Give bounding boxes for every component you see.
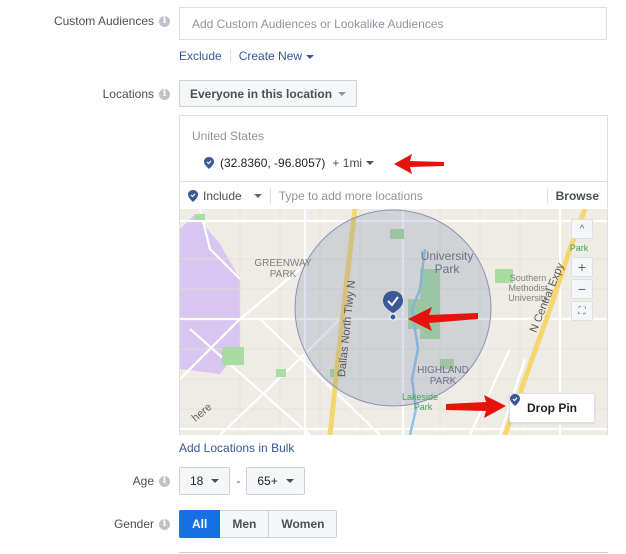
include-label: Include (203, 188, 242, 203)
chevron-down-icon (338, 91, 347, 96)
map-label-lakeside: Lakeside (402, 392, 438, 402)
radius-value: + 1mi (332, 156, 363, 170)
chevron-down-icon (285, 479, 294, 483)
map-label-lee-park: Park (570, 243, 589, 253)
custom-audiences-actions: Exclude Create New (179, 49, 315, 63)
annotation-arrow-icon (394, 154, 444, 174)
info-icon[interactable]: i (159, 518, 170, 530)
age-min-dropdown[interactable]: 18 (179, 467, 231, 495)
country-label: United States (192, 129, 265, 143)
include-dropdown[interactable]: Include (188, 189, 262, 203)
gender-label: Gender i (114, 517, 170, 531)
selected-location: (32.8360, -96.8057) + 1mi (204, 156, 375, 170)
gender-selector: All Men Women (179, 510, 338, 538)
age-range: 18 - 65+ (179, 467, 305, 495)
annotation-arrow-icon (408, 307, 478, 331)
scroll-up-button[interactable]: ^ (571, 219, 593, 239)
location-audience-type-dropdown[interactable]: Everyone in this location (179, 80, 358, 107)
custom-audiences-input[interactable]: Add Custom Audiences or Lookalike Audien… (179, 7, 607, 40)
gender-women-button[interactable]: Women (269, 510, 338, 538)
map-label-university-park: Park (435, 262, 461, 276)
chevron-down-icon (211, 479, 220, 483)
radius-dropdown[interactable]: + 1mi (332, 156, 375, 170)
info-icon[interactable]: i (159, 88, 170, 100)
map-pin-icon (188, 189, 198, 202)
coordinates: (32.8360, -96.8057) (220, 156, 326, 170)
location-audience-type-value: Everyone in this location (190, 86, 333, 101)
location-search-input[interactable] (278, 188, 547, 203)
map-label-lakeside-park: Park (414, 402, 433, 412)
gender-men-button[interactable]: Men (220, 510, 270, 538)
age-label: Age i (133, 474, 170, 488)
map-label-smu-2: Methodist (508, 283, 548, 293)
drop-pin-button[interactable]: Drop Pin (509, 393, 595, 423)
exclude-link[interactable]: Exclude (179, 49, 222, 63)
zoom-in-button[interactable]: + (571, 257, 593, 277)
age-label-text: Age (132, 474, 154, 488)
zoom-out-button[interactable]: − (571, 279, 593, 299)
locations-label: Locations i (103, 87, 170, 101)
custom-audiences-placeholder: Add Custom Audiences or Lookalike Audien… (192, 16, 444, 31)
recenter-icon: ⛶ (578, 305, 586, 317)
plus-icon: + (577, 259, 587, 275)
drop-pin-label: Drop Pin (527, 401, 577, 415)
gender-all-button[interactable]: All (179, 510, 221, 538)
age-separator: - (236, 474, 241, 488)
map-label-smu-1: Southern (510, 273, 547, 283)
map-label-highland: HIGHLAND (417, 365, 469, 376)
chevron-up-icon: ^ (579, 223, 585, 235)
map-label-greenway: GREENWAY (254, 258, 312, 269)
browse-button[interactable]: Browse (546, 188, 599, 203)
info-icon[interactable]: i (159, 475, 170, 487)
include-bar: Include Browse (180, 181, 607, 209)
map-label-highland-park: PARK (430, 376, 457, 387)
chevron-down-icon (306, 54, 315, 59)
create-new-dropdown[interactable]: Create New (238, 49, 315, 63)
divider (179, 552, 608, 553)
locations-label-text: Locations (102, 87, 154, 101)
custom-audiences-label-text: Custom Audiences (53, 14, 154, 28)
add-locations-in-bulk-link[interactable]: Add Locations in Bulk (179, 441, 294, 455)
minus-icon: − (577, 281, 587, 297)
divider (229, 49, 231, 63)
map-label-university: University (421, 249, 474, 263)
age-min-value: 18 (190, 474, 204, 488)
recenter-button[interactable]: ⛶ (571, 301, 593, 321)
map-pin-icon (204, 157, 214, 169)
chevron-down-icon (366, 161, 375, 165)
map-pin-icon (510, 394, 520, 406)
map[interactable]: GREENWAY PARK University Park Southern M… (180, 209, 607, 435)
age-max-value: 65+ (257, 474, 278, 488)
custom-audiences-label: Custom Audiences i (54, 14, 170, 28)
info-icon[interactable]: i (159, 15, 170, 27)
divider (269, 187, 271, 204)
age-max-dropdown[interactable]: 65+ (246, 467, 305, 495)
gender-label-text: Gender (113, 517, 154, 531)
create-new-label: Create New (238, 49, 303, 63)
map-label-greenway-park: PARK (270, 269, 297, 280)
annotation-arrow-icon (446, 395, 506, 418)
chevron-down-icon (253, 193, 262, 198)
